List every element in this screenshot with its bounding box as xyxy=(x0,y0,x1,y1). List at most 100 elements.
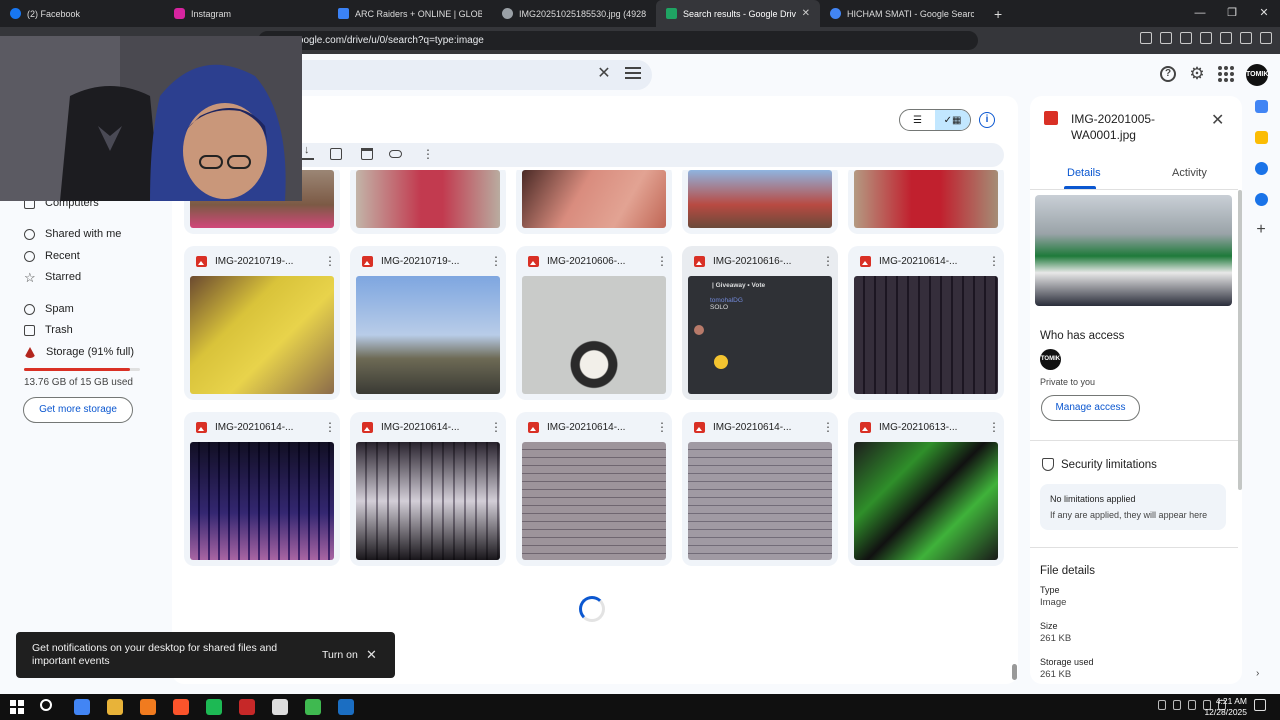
taskbar-app-icon[interactable] xyxy=(140,699,156,715)
tab-google-search[interactable]: HICHAM SMATI - Google Search xyxy=(820,0,984,27)
apps-grid-icon[interactable] xyxy=(1218,66,1234,82)
chevron-right-icon[interactable]: › xyxy=(1256,668,1259,679)
nav-trash[interactable]: Trash xyxy=(24,320,73,340)
microphone-icon[interactable] xyxy=(1173,700,1181,710)
rewards-icon[interactable] xyxy=(1220,32,1232,44)
tab-google-drive[interactable]: Search results - Google Drive ✕ xyxy=(656,0,820,27)
chevron-up-icon[interactable] xyxy=(1158,700,1166,710)
manage-access-button[interactable]: Manage access xyxy=(1041,395,1140,421)
file-card[interactable]: IMG-20210613-... ⋮ xyxy=(848,412,1004,566)
taskbar-app-icon[interactable] xyxy=(173,699,189,715)
file-card[interactable]: IMG-20210614-... ⋮ xyxy=(848,246,1004,400)
file-card[interactable] xyxy=(682,170,838,234)
close-toast-icon[interactable]: ✕ xyxy=(366,647,377,663)
contacts-icon[interactable] xyxy=(1254,193,1268,206)
image-file-icon xyxy=(1044,111,1058,125)
minimize-icon[interactable]: — xyxy=(1184,0,1216,27)
tab-details[interactable]: Details xyxy=(1067,167,1101,179)
gear-icon[interactable]: ⚙ xyxy=(1189,65,1205,82)
file-thumbnail xyxy=(356,276,500,394)
search-options-icon[interactable] xyxy=(625,67,641,81)
account-avatar[interactable]: TOMIK xyxy=(1246,64,1268,86)
add-icon[interactable]: + xyxy=(1255,222,1268,238)
tab-facebook[interactable]: (2) Facebook xyxy=(0,0,164,27)
more-options-icon[interactable]: ⋮ xyxy=(988,420,1000,434)
close-details-icon[interactable]: ✕ xyxy=(1211,110,1224,130)
taskbar-app-icon[interactable] xyxy=(107,699,123,715)
private-text: Private to you xyxy=(1040,377,1096,387)
wallet-icon[interactable] xyxy=(1140,32,1152,44)
clear-search-icon[interactable]: ✕ xyxy=(596,66,612,82)
file-card[interactable]: IMG-20210614-... ⋮ xyxy=(184,412,340,566)
turn-on-button[interactable]: Turn on xyxy=(322,649,358,661)
tab-arc-raiders[interactable]: ARC Raiders + ONLINE | GLOBAL | Al xyxy=(328,0,492,27)
help-icon[interactable]: ? xyxy=(1160,66,1176,82)
details-scrollbar[interactable] xyxy=(1238,190,1242,490)
file-card[interactable]: IMG-20210616-... ⋮ | Giveaway • Vote tomo… xyxy=(682,246,838,400)
search-icon[interactable] xyxy=(40,699,52,711)
get-more-storage-button[interactable]: Get more storage xyxy=(23,397,133,423)
music-icon[interactable] xyxy=(1180,32,1192,44)
taskbar-app-icon[interactable] xyxy=(272,699,288,715)
menu-icon[interactable] xyxy=(1260,32,1272,44)
nav-starred[interactable]: ☆ Starred xyxy=(24,267,81,287)
tab-image-file[interactable]: IMG20251025185530.jpg (4928×656 xyxy=(492,0,656,27)
file-card[interactable] xyxy=(350,170,506,234)
more-options-icon[interactable]: ⋮ xyxy=(490,420,502,434)
new-tab-icon[interactable]: + xyxy=(984,6,1012,22)
address-bar[interactable]: e.google.com/drive/u/0/search?q=type:ima… xyxy=(258,31,978,50)
more-options-icon[interactable]: ⋮ xyxy=(822,254,834,268)
file-card[interactable]: IMG-20210606-... ⋮ xyxy=(516,246,672,400)
search-input[interactable] xyxy=(250,60,652,90)
file-card[interactable]: IMG-20210614-... ⋮ xyxy=(682,412,838,566)
windows-start-icon[interactable] xyxy=(10,700,24,714)
more-options-icon[interactable]: ⋮ xyxy=(490,254,502,268)
trash-icon[interactable] xyxy=(361,148,373,160)
taskbar-app-icon[interactable] xyxy=(206,699,222,715)
taskbar-app-icon[interactable] xyxy=(74,699,90,715)
grid-view-icon[interactable]: ✓▦ xyxy=(935,110,970,130)
taskbar-app-icon[interactable] xyxy=(305,699,321,715)
more-options-icon[interactable]: ⋮ xyxy=(656,254,668,268)
info-icon[interactable]: i xyxy=(979,112,995,128)
calendar-icon[interactable] xyxy=(1254,100,1268,113)
main-scrollbar[interactable] xyxy=(1012,664,1017,680)
shield-icon[interactable] xyxy=(1240,32,1252,44)
link-icon[interactable] xyxy=(389,150,402,158)
nav-shared-with-me[interactable]: Shared with me xyxy=(24,224,121,244)
nav-storage[interactable]: Storage (91% full) xyxy=(24,342,134,362)
size-value: 261 KB xyxy=(1040,633,1072,644)
close-tab-icon[interactable]: ✕ xyxy=(802,8,810,19)
tasks-icon[interactable] xyxy=(1254,162,1268,175)
file-card[interactable]: IMG-20210719-... ⋮ xyxy=(184,246,340,400)
move-icon[interactable] xyxy=(330,148,342,160)
more-options-icon[interactable]: ⋮ xyxy=(988,254,1000,268)
taskbar-app-icon[interactable] xyxy=(338,699,354,715)
sidebar-icon[interactable] xyxy=(1200,32,1212,44)
restore-icon[interactable]: ❐ xyxy=(1216,0,1248,27)
notifications-icon[interactable] xyxy=(1254,699,1266,711)
more-options-icon[interactable]: ⋮ xyxy=(324,254,336,268)
more-options-icon[interactable]: ⋮ xyxy=(324,420,336,434)
file-card[interactable] xyxy=(516,170,672,234)
tab-activity[interactable]: Activity xyxy=(1172,167,1207,179)
file-card[interactable]: IMG-20210719-... ⋮ xyxy=(350,246,506,400)
close-window-icon[interactable]: ✕ xyxy=(1248,0,1280,27)
tab-instagram[interactable]: Instagram xyxy=(164,0,328,27)
taskbar-app-icon[interactable] xyxy=(239,699,255,715)
battery-icon[interactable] xyxy=(1188,700,1196,710)
nav-recent[interactable]: Recent xyxy=(24,246,80,266)
more-options-icon[interactable]: ⋮ xyxy=(822,420,834,434)
download-icon[interactable] xyxy=(302,144,314,160)
file-card[interactable] xyxy=(848,170,1004,234)
more-options-icon[interactable]: ⋮ xyxy=(656,420,668,434)
clock[interactable]: 4:21 AM 12/28/2025 xyxy=(1203,696,1247,718)
list-view-icon[interactable]: ☰ xyxy=(900,110,935,130)
file-preview[interactable] xyxy=(1035,195,1232,306)
file-card[interactable]: IMG-20210614-... ⋮ xyxy=(516,412,672,566)
file-card[interactable]: IMG-20210614-... ⋮ xyxy=(350,412,506,566)
nav-spam[interactable]: Spam xyxy=(24,299,74,319)
extensions-icon[interactable] xyxy=(1160,32,1172,44)
more-actions-icon[interactable]: ⋮ xyxy=(422,148,434,160)
keep-icon[interactable] xyxy=(1254,131,1268,144)
